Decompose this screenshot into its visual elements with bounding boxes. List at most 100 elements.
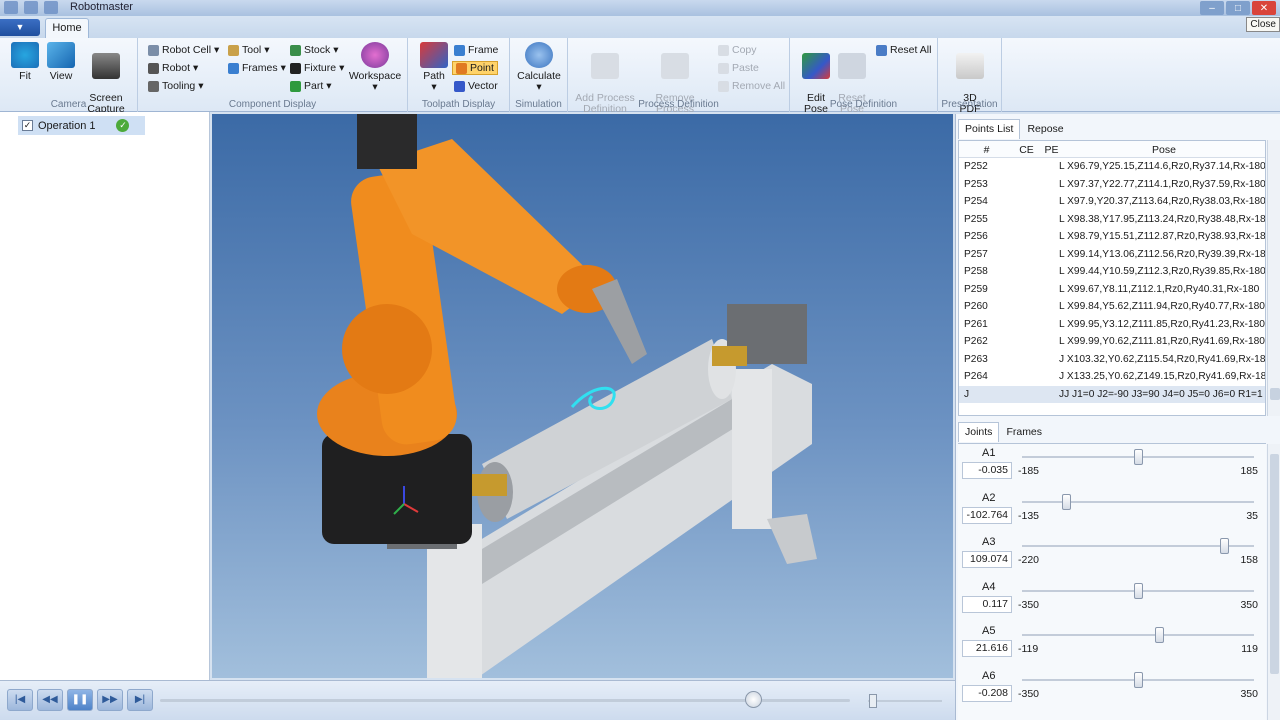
undo-icon[interactable]: [44, 1, 58, 14]
point-pose: L X99.95,Y3.12,Z111.85,Rz0,Ry41.23,Rx-18…: [1059, 318, 1265, 330]
close-button[interactable]: ✕: [1252, 1, 1276, 15]
table-row[interactable]: P254 L X97.9,Y20.37,Z113.64,Rz0,Ry38.03,R…: [959, 193, 1265, 211]
stock-button[interactable]: Stock ▾: [290, 44, 339, 56]
header-pe[interactable]: PE: [1039, 141, 1064, 157]
calculate-button[interactable]: Calculate ▾: [514, 42, 564, 93]
presentation-group: 3D PDF Presentation: [938, 38, 1002, 115]
joint-slider-knob[interactable]: [1134, 449, 1143, 465]
axes-icon: [802, 53, 830, 79]
fit-button[interactable]: Fit: [8, 42, 42, 82]
joint-value-input[interactable]: 21.616: [962, 640, 1012, 657]
speed-knob[interactable]: [869, 694, 878, 708]
point-button[interactable]: Point: [452, 61, 498, 75]
3d-viewport[interactable]: [212, 114, 953, 678]
points-table: # CE PE Pose P252 L X96.79,Y25.15,Z114.6,…: [958, 140, 1266, 416]
minimize-button[interactable]: –: [1200, 1, 1224, 15]
points-scrollbar[interactable]: [1267, 140, 1280, 416]
robot-button[interactable]: Robot ▾: [148, 62, 198, 74]
joint-name: A4: [982, 580, 996, 593]
operation-item[interactable]: ✓ Operation 1 ✓: [18, 116, 145, 135]
point-id: P256: [964, 231, 988, 243]
joint-value-input[interactable]: 0.117: [962, 595, 1012, 613]
tab-frames[interactable]: Frames: [999, 422, 1049, 442]
joint-slider-knob[interactable]: [1134, 671, 1143, 688]
point-id: P264: [964, 371, 988, 383]
joint-slider-knob[interactable]: [1154, 627, 1164, 643]
vector-button[interactable]: Vector: [454, 80, 498, 92]
joint-value-input[interactable]: 109.074: [962, 551, 1012, 568]
speed-slider[interactable]: [868, 694, 942, 708]
part-button[interactable]: Part ▾: [290, 80, 332, 92]
joint-slider-track[interactable]: [1022, 634, 1254, 636]
table-row[interactable]: P260 L X99.84,Y5.62,Z111.94,Rz0,Ry40.77,R…: [959, 298, 1265, 316]
table-row[interactable]: P257 L X99.14,Y13.06,Z112.56,Rz0,Ry39.39,…: [959, 246, 1265, 264]
timeline-slider[interactable]: [745, 691, 763, 708]
tab-joints[interactable]: Joints: [958, 422, 1000, 442]
camera-group-label: Camera: [50, 99, 87, 110]
joint-row: A3 109.074 -220 158: [958, 535, 1266, 579]
joint-min: -135: [1018, 509, 1040, 522]
paste-button[interactable]: Paste: [718, 62, 759, 74]
path-button[interactable]: Path ▾: [416, 42, 452, 93]
frames-button[interactable]: Frames ▾: [228, 62, 286, 74]
save-icon[interactable]: [24, 1, 38, 14]
joint-slider-track[interactable]: [1022, 500, 1254, 503]
pose-definition-group: Edit Pose Reset Pose Reset All Pose Defi…: [790, 38, 938, 115]
joint-slider-knob[interactable]: [1062, 493, 1072, 510]
table-row[interactable]: P263 J X103.32,Y0.62,Z115.54,Rz0,Ry41.69,…: [959, 351, 1265, 369]
joint-value-input[interactable]: -0.208: [962, 684, 1012, 702]
table-row[interactable]: P259 L X99.67,Y8.11,Z112.1,Rz0,Ry40.31,Rx…: [959, 281, 1265, 299]
points-scroll-thumb[interactable]: [1270, 388, 1280, 400]
header-num[interactable]: #: [959, 141, 1014, 157]
table-row[interactable]: P258 L X99.44,Y10.59,Z112.3,Rz0,Ry39.85,R…: [959, 263, 1265, 281]
point-pose: L X99.99,Y0.62,Z111.81,Rz0,Ry41.69,Rx-18…: [1059, 336, 1265, 348]
tool-button[interactable]: Tool ▾: [228, 44, 270, 56]
joints-scroll-thumb[interactable]: [1270, 454, 1279, 674]
joint-slider-knob[interactable]: [1219, 538, 1229, 554]
workspace-button[interactable]: Workspace ▾: [344, 42, 406, 93]
header-pose[interactable]: Pose: [1064, 141, 1264, 157]
tab-points-list[interactable]: Points List: [958, 119, 1021, 139]
joints-tabs: Joints Frames: [958, 422, 1049, 442]
copy-button[interactable]: Copy: [718, 44, 757, 56]
copy-icon: [718, 44, 729, 56]
step-forward-button[interactable]: ▶▶: [97, 689, 123, 711]
joint-name: A5: [982, 625, 996, 637]
fixture-button[interactable]: Fixture ▾: [290, 62, 344, 74]
check-circle-icon: ✓: [116, 119, 130, 132]
joint-value-input[interactable]: -0.035: [962, 462, 1012, 479]
robot-motor: [357, 114, 417, 169]
camera-group: Fit View Screen Capture Camera: [0, 38, 138, 115]
skip-end-button[interactable]: ▶|: [127, 689, 153, 711]
table-row[interactable]: P253 L X97.37,Y22.77,Z114.1,Rz0,Ry37.59,R…: [959, 176, 1265, 194]
robot-cell-button[interactable]: Robot Cell ▾: [148, 44, 219, 56]
point-id: P259: [964, 283, 988, 295]
table-row[interactable]: P262 L X99.99,Y0.62,Z111.81,Rz0,Ry41.69,R…: [959, 333, 1265, 351]
header-ce[interactable]: CE: [1014, 141, 1039, 157]
table-row[interactable]: P264 J X133.25,Y0.62,Z149.15,Rz0,Ry41.69,…: [959, 368, 1265, 386]
tab-repose[interactable]: Repose: [1020, 119, 1070, 139]
maximize-button[interactable]: □: [1226, 1, 1250, 15]
tool-icon: [228, 44, 239, 56]
joint-slider-knob[interactable]: [1134, 582, 1143, 599]
table-row[interactable]: P255 L X98.38,Y17.95,Z113.24,Rz0,Ry38.48,…: [959, 211, 1265, 229]
frame-button[interactable]: Frame: [454, 44, 498, 56]
tailstock-spindle: [712, 346, 747, 366]
tab-home[interactable]: Home: [45, 18, 89, 38]
pause-button[interactable]: ❚❚: [67, 689, 93, 711]
table-row[interactable]: P252 L X96.79,Y25.15,Z114.6,Rz0,Ry37.14,R…: [959, 158, 1265, 176]
application-menu-button[interactable]: ▼: [0, 19, 40, 36]
view-button[interactable]: View: [44, 42, 78, 82]
table-row[interactable]: P261 L X99.95,Y3.12,Z111.85,Rz0,Ry41.23,R…: [959, 316, 1265, 334]
skip-start-button[interactable]: |◀: [7, 689, 33, 711]
joint-value-input[interactable]: -102.764: [962, 506, 1012, 524]
remove-all-button[interactable]: Remove All: [718, 80, 785, 92]
step-back-button[interactable]: ◀◀: [37, 689, 63, 711]
tooling-button[interactable]: Tooling ▾: [148, 80, 204, 92]
table-row[interactable]: J JJ J1=0 J2=-90 J3=90 J4=0 J5=0 J6=0 R1=…: [959, 385, 1265, 403]
joints-scrollbar[interactable]: [1267, 444, 1280, 720]
operation-checkbox[interactable]: ✓: [22, 120, 33, 131]
component-display-group-label: Component Display: [228, 99, 317, 110]
table-row[interactable]: P256 L X98.79,Y15.51,Z112.87,Rz0,Ry38.93,…: [959, 228, 1265, 246]
reset-all-button[interactable]: Reset All: [876, 44, 931, 56]
